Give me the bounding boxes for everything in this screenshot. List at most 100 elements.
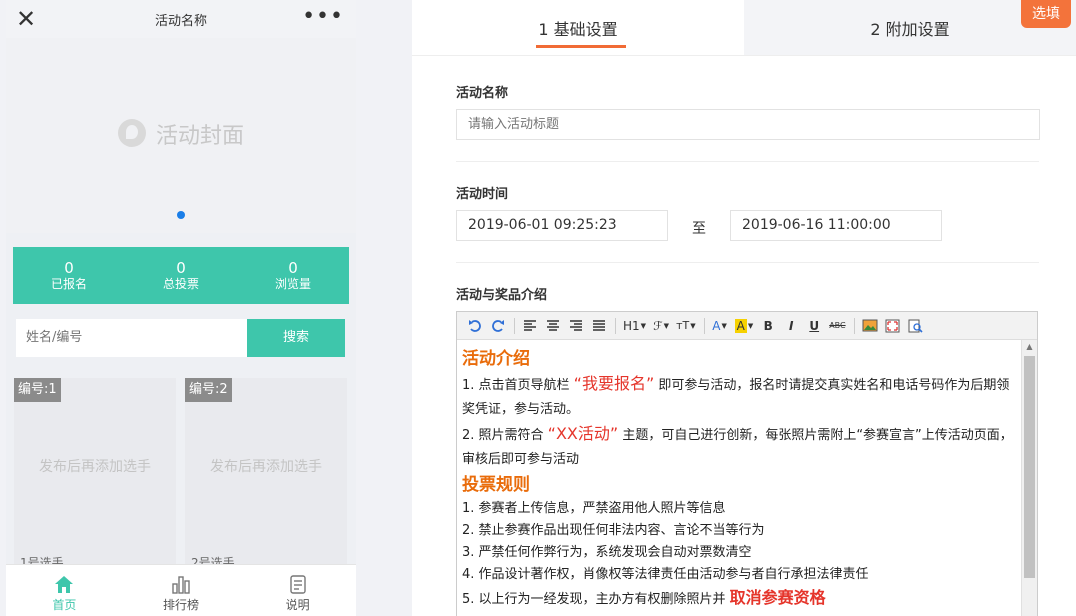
search-input[interactable] — [16, 319, 247, 357]
tab-label: 排行榜 — [163, 598, 200, 612]
tab-home[interactable]: 首页 — [6, 565, 123, 616]
phone-header: ✕ 活动名称 ••• — [6, 0, 356, 38]
preview-button[interactable] — [906, 316, 926, 336]
activity-name-label: 活动名称 — [456, 86, 509, 101]
stat-label: 已报名 — [50, 277, 87, 291]
strikethrough-button[interactable]: ABC — [827, 316, 847, 336]
chevron-down-icon: ▼ — [663, 321, 669, 330]
font-size-dropdown[interactable]: тT ▼ — [674, 316, 698, 336]
bar-chart-icon — [123, 574, 240, 594]
more-icon[interactable]: ••• — [302, 4, 344, 30]
font-family-icon: ℱ — [653, 318, 663, 333]
rule-line: 1. 参赛者上传信息，严禁盗用他人照片等信息 — [462, 501, 726, 516]
redo-icon[interactable] — [488, 316, 508, 336]
activity-cover[interactable]: 活动封面 — [6, 38, 356, 233]
stat-number: 0 — [64, 259, 74, 277]
stat-registered: 0 已报名 — [13, 247, 125, 304]
underline-button[interactable]: U — [804, 316, 824, 336]
heading-activity-intro: 活动介绍 — [462, 349, 530, 369]
editor-toolbar: H1 ▼ ℱ ▼ тT ▼ A ▼ A ▼ B I U ABC — [457, 312, 1037, 340]
fullscreen-button[interactable] — [883, 316, 903, 336]
background-color-button[interactable]: A ▼ — [733, 316, 756, 336]
settings-panel: 1 基础设置 2 附加设置 选填 活动名称 活动时间 2019-06-01 09… — [412, 0, 1076, 616]
rule-line: 2. 禁止参赛作品出现任何非法内容、言论不当等行为 — [462, 523, 765, 538]
text-run: 5. 以上行为一经发现，主办方有权删除照片并 — [462, 592, 730, 607]
chevron-down-icon: ▼ — [690, 321, 696, 330]
tab-label: 首页 — [52, 598, 77, 612]
heading-voting-rules: 投票规则 — [462, 475, 530, 495]
card-placeholder: 发布后再添加选手 — [39, 459, 151, 475]
bottom-tabbar: 首页 排行榜 说明 — [6, 564, 356, 616]
start-time-input[interactable]: 2019-06-01 09:25:23 — [456, 210, 668, 241]
settings-tabs: 1 基础设置 2 附加设置 选填 — [412, 0, 1076, 56]
tab-ranking[interactable]: 排行榜 — [123, 565, 240, 616]
underline-icon: U — [809, 318, 820, 333]
rule-line: 4. 作品设计著作权，肖像权等法律责任由活动参与者自行承担法律责任 — [462, 567, 869, 582]
chevron-down-icon: ▼ — [640, 321, 647, 330]
activity-title-input[interactable] — [456, 109, 1040, 140]
font-color-button[interactable]: A ▼ — [710, 316, 730, 336]
contestant-card[interactable]: 编号:2 发布后再添加选手 2号选手 — [185, 378, 347, 578]
font-family-dropdown[interactable]: ℱ ▼ — [651, 316, 671, 336]
scroll-up-icon[interactable]: ▲ — [1022, 340, 1037, 354]
toolbar-divider — [514, 317, 515, 334]
undo-icon[interactable] — [465, 316, 485, 336]
contestant-card[interactable]: 编号:1 发布后再添加选手 1号选手 — [14, 378, 176, 578]
align-center-icon[interactable] — [543, 316, 563, 336]
logo-icon — [117, 119, 146, 147]
end-time-input[interactable]: 2019-06-16 11:00:00 — [730, 210, 942, 241]
divider — [456, 262, 1039, 263]
tab-instructions[interactable]: 说明 — [239, 565, 356, 616]
search-button[interactable]: 搜索 — [247, 319, 345, 357]
card-placeholder: 发布后再添加选手 — [210, 459, 322, 475]
image-icon — [862, 319, 878, 331]
scrollbar-thumb[interactable] — [1024, 356, 1035, 578]
stat-votes: 0 总投票 — [125, 247, 237, 304]
bold-button[interactable]: B — [758, 316, 778, 336]
app-root: ✕ 活动名称 ••• 活动封面 0 已报名 0 总投票 0 浏览量 姓名/编号 … — [0, 0, 1076, 616]
highlight-text: “XX活动” — [547, 424, 619, 443]
rich-text-editor: H1 ▼ ℱ ▼ тT ▼ A ▼ A ▼ B I U ABC 活动介绍 1. 点击首页导… — [456, 311, 1038, 616]
text-run: 1. 点击首页导航栏 — [462, 378, 574, 393]
active-tab-indicator — [536, 45, 626, 48]
align-right-icon[interactable] — [566, 316, 586, 336]
toolbar-divider — [703, 317, 705, 334]
stat-number: 0 — [288, 259, 298, 277]
toolbar-divider — [615, 317, 616, 334]
paragraph: 2. 照片需符合 “XX活动” 主题，可自己进行创新，每张照片需附上“参赛宣言”… — [462, 422, 1016, 472]
cover-placeholder: 活动封面 — [6, 118, 356, 150]
toolbar-divider — [853, 317, 855, 334]
tab-basic-settings[interactable]: 1 基础设置 — [412, 0, 744, 55]
stat-views: 0 浏览量 — [237, 247, 349, 304]
activity-time-label: 活动时间 — [456, 187, 509, 202]
tab-label: 说明 — [285, 598, 310, 612]
date-range-separator: 至 — [692, 221, 706, 237]
font-color-icon: A — [712, 318, 721, 333]
align-left-icon[interactable] — [520, 316, 540, 336]
stat-label: 浏览量 — [274, 277, 311, 291]
bold-icon: B — [763, 318, 773, 333]
highlight-text: “我要报名” — [573, 374, 655, 393]
rule-line: 5. 以上行为一经发现，主办方有权删除照片并 取消参赛资格 — [462, 586, 1016, 612]
chevron-down-icon: ▼ — [721, 321, 727, 330]
editor-scrollbar[interactable]: ▲ — [1021, 340, 1037, 616]
fullscreen-icon — [885, 319, 900, 332]
insert-image-button[interactable] — [860, 316, 880, 336]
carousel-dot[interactable] — [177, 211, 185, 219]
italic-icon: I — [788, 318, 794, 333]
chevron-down-icon: ▼ — [747, 321, 754, 330]
tab-label: 2 附加设置 — [870, 20, 950, 39]
divider — [456, 161, 1039, 162]
contestant-number-tag: 编号:1 — [14, 378, 61, 402]
search-bar: 搜索 — [16, 319, 345, 357]
intro-label: 活动与奖品介绍 — [456, 288, 548, 303]
optional-badge: 选填 — [1021, 0, 1071, 28]
italic-button[interactable]: I — [781, 316, 801, 336]
paragraph: 1. 点击首页导航栏 “我要报名” 即可参与活动，报名时请提交真实姓名和电话号码… — [462, 372, 1016, 422]
align-justify-icon[interactable] — [589, 316, 609, 336]
stat-label: 总投票 — [162, 277, 199, 291]
heading-dropdown[interactable]: H1 ▼ — [621, 316, 648, 336]
stats-bar: 0 已报名 0 总投票 0 浏览量 — [13, 247, 349, 304]
editor-content[interactable]: 活动介绍 1. 点击首页导航栏 “我要报名” 即可参与活动，报名时请提交真实姓名… — [457, 340, 1021, 616]
font-size-icon: тT — [676, 319, 690, 332]
